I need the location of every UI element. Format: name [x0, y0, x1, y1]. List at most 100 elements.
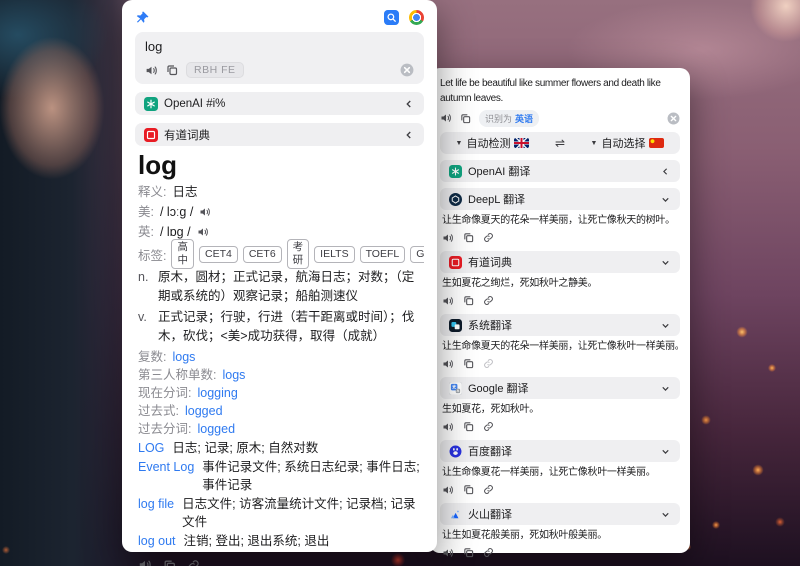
service-header[interactable]: 火山翻译	[440, 503, 680, 525]
speaker-icon[interactable]	[199, 206, 211, 218]
copy-icon[interactable]	[463, 295, 474, 306]
word-form-link[interactable]: logging	[197, 384, 237, 402]
volcano-translate-icon	[449, 508, 462, 521]
link-icon[interactable]	[483, 232, 494, 243]
section-youdao[interactable]: 有道词典	[135, 123, 424, 146]
language-bar: ▼自动检测 ⇌ ▼自动选择	[440, 132, 680, 154]
service-header[interactable]: 有道词典	[440, 251, 680, 273]
service-header[interactable]: OpenAI 翻译	[440, 160, 680, 182]
word-form: 现在分词:logging	[138, 384, 421, 402]
speaker-icon[interactable]	[442, 358, 454, 370]
phrase-link[interactable]: log file	[138, 495, 174, 531]
chevron-down-icon[interactable]	[660, 509, 671, 520]
us-phonetic: / lɔːg /	[160, 202, 193, 222]
baidu-translate-icon	[449, 445, 462, 458]
speaker-icon[interactable]	[197, 226, 209, 238]
speaker-icon[interactable]	[145, 64, 158, 77]
target-language-select[interactable]: ▼自动选择	[575, 135, 680, 151]
service-youdao-dict: 有道词典 生如夏花之绚烂，死如秋叶之静美。	[440, 251, 680, 308]
phrase-link[interactable]: LOG	[138, 439, 164, 457]
uk-flag-icon	[514, 138, 529, 148]
link-icon[interactable]	[483, 295, 494, 306]
chevron-down-icon[interactable]	[660, 320, 671, 331]
definition-noun: n.原木，圆材；正式记录，航海日志；对数；（定期或系统的）观察记录；船舶测速仪	[138, 268, 421, 306]
chevron-down-icon[interactable]	[660, 257, 671, 268]
search-input[interactable]: log RBH FE	[135, 32, 424, 84]
pin-icon[interactable]	[135, 10, 150, 25]
google-translate-icon	[449, 382, 462, 395]
copy-icon[interactable]	[463, 484, 474, 495]
close-icon[interactable]	[400, 63, 414, 77]
chevron-down-icon[interactable]	[660, 383, 671, 394]
chevron-down-icon[interactable]	[660, 446, 671, 457]
copy-icon[interactable]	[163, 559, 176, 566]
word-form-link[interactable]: logs	[222, 366, 245, 384]
deepl-icon	[449, 193, 462, 206]
speaker-icon[interactable]	[442, 232, 454, 244]
exam-tag: TOEFL	[360, 246, 406, 263]
exam-tag: 高中	[171, 239, 194, 269]
exam-tag: IELTS	[314, 246, 354, 263]
word-form-link[interactable]: logged	[185, 402, 223, 420]
link-icon[interactable]	[483, 484, 494, 495]
service-header[interactable]: 系统翻译	[440, 314, 680, 336]
copy-icon[interactable]	[463, 232, 474, 243]
copy-icon[interactable]	[463, 547, 474, 558]
word-form: 过去式:logged	[138, 402, 421, 420]
headword: log	[138, 150, 421, 180]
speaker-icon[interactable]	[138, 558, 152, 566]
exam-tag: 考研	[287, 239, 310, 269]
app-icon[interactable]	[384, 10, 399, 25]
service-header[interactable]: DeepL 翻译	[440, 188, 680, 210]
openai-icon	[449, 165, 462, 178]
chevron-left-icon[interactable]	[403, 98, 415, 110]
dictionary-actions	[138, 555, 421, 566]
speaker-icon[interactable]	[442, 484, 454, 496]
speaker-icon[interactable]	[442, 421, 454, 433]
phrase-entry: Event Log事件记录文件; 系统日志纪录; 事件日志; 事件记录	[138, 458, 421, 494]
chevron-left-icon[interactable]	[660, 166, 671, 177]
paraphrase-label: 释义:	[138, 182, 166, 202]
speaker-icon[interactable]	[440, 112, 452, 124]
link-icon[interactable]	[483, 547, 494, 558]
translation-result: 生如夏花，死如秋叶。	[442, 402, 678, 417]
service-google-translate: Google 翻译 生如夏花，死如秋叶。	[440, 377, 680, 434]
speaker-icon[interactable]	[442, 547, 454, 559]
link-icon[interactable]	[187, 559, 200, 566]
chrome-icon[interactable]	[409, 10, 424, 25]
word-form: 复数:logs	[138, 348, 421, 366]
phrase-link[interactable]: log out	[138, 532, 176, 550]
copy-icon[interactable]	[166, 64, 178, 76]
source-language-select[interactable]: ▼自动检测	[440, 135, 545, 151]
openai-icon	[144, 97, 158, 111]
copy-icon[interactable]	[463, 358, 474, 369]
window-toolbar	[135, 6, 424, 28]
dictionary-content: log 释义:日志 美:/ lɔːg / 英:/ lɒg / 标签: 高中 CE…	[135, 146, 424, 566]
word-form-link[interactable]: logs	[172, 348, 195, 366]
exam-tag: CET6	[243, 246, 282, 263]
exam-tag: GRE	[410, 246, 424, 263]
chevron-left-icon[interactable]	[403, 129, 415, 141]
query-text[interactable]: log	[145, 39, 414, 54]
copy-icon[interactable]	[460, 113, 471, 124]
service-openai-translate: OpenAI 翻译	[440, 160, 680, 182]
chevron-down-icon[interactable]	[660, 194, 671, 205]
paraphrase-value: 日志	[172, 182, 197, 202]
word-form-link[interactable]: logged	[197, 420, 235, 438]
dictionary-window: log RBH FE OpenAI #i% 有道词典 log 释义:日志 美:/…	[122, 0, 437, 552]
speaker-icon[interactable]	[442, 295, 454, 307]
section-openai[interactable]: OpenAI #i%	[135, 92, 424, 115]
exam-tag: CET4	[199, 246, 238, 263]
translation-result: 让生命像夏天的花朵一样美丽，让死亡像秋天的树叶。	[442, 213, 678, 228]
system-translate-icon	[449, 319, 462, 332]
close-icon[interactable]	[667, 112, 680, 125]
link-icon[interactable]	[483, 421, 494, 432]
link-icon	[483, 358, 494, 369]
service-header[interactable]: 百度翻译	[440, 440, 680, 462]
phrase-link[interactable]: Event Log	[138, 458, 194, 494]
swap-languages-icon[interactable]: ⇌	[545, 136, 575, 150]
word-form: 过去分词:logged	[138, 420, 421, 438]
copy-icon[interactable]	[463, 421, 474, 432]
service-header[interactable]: Google 翻译	[440, 377, 680, 399]
detected-language-badge[interactable]: 识别为英语	[479, 110, 539, 127]
